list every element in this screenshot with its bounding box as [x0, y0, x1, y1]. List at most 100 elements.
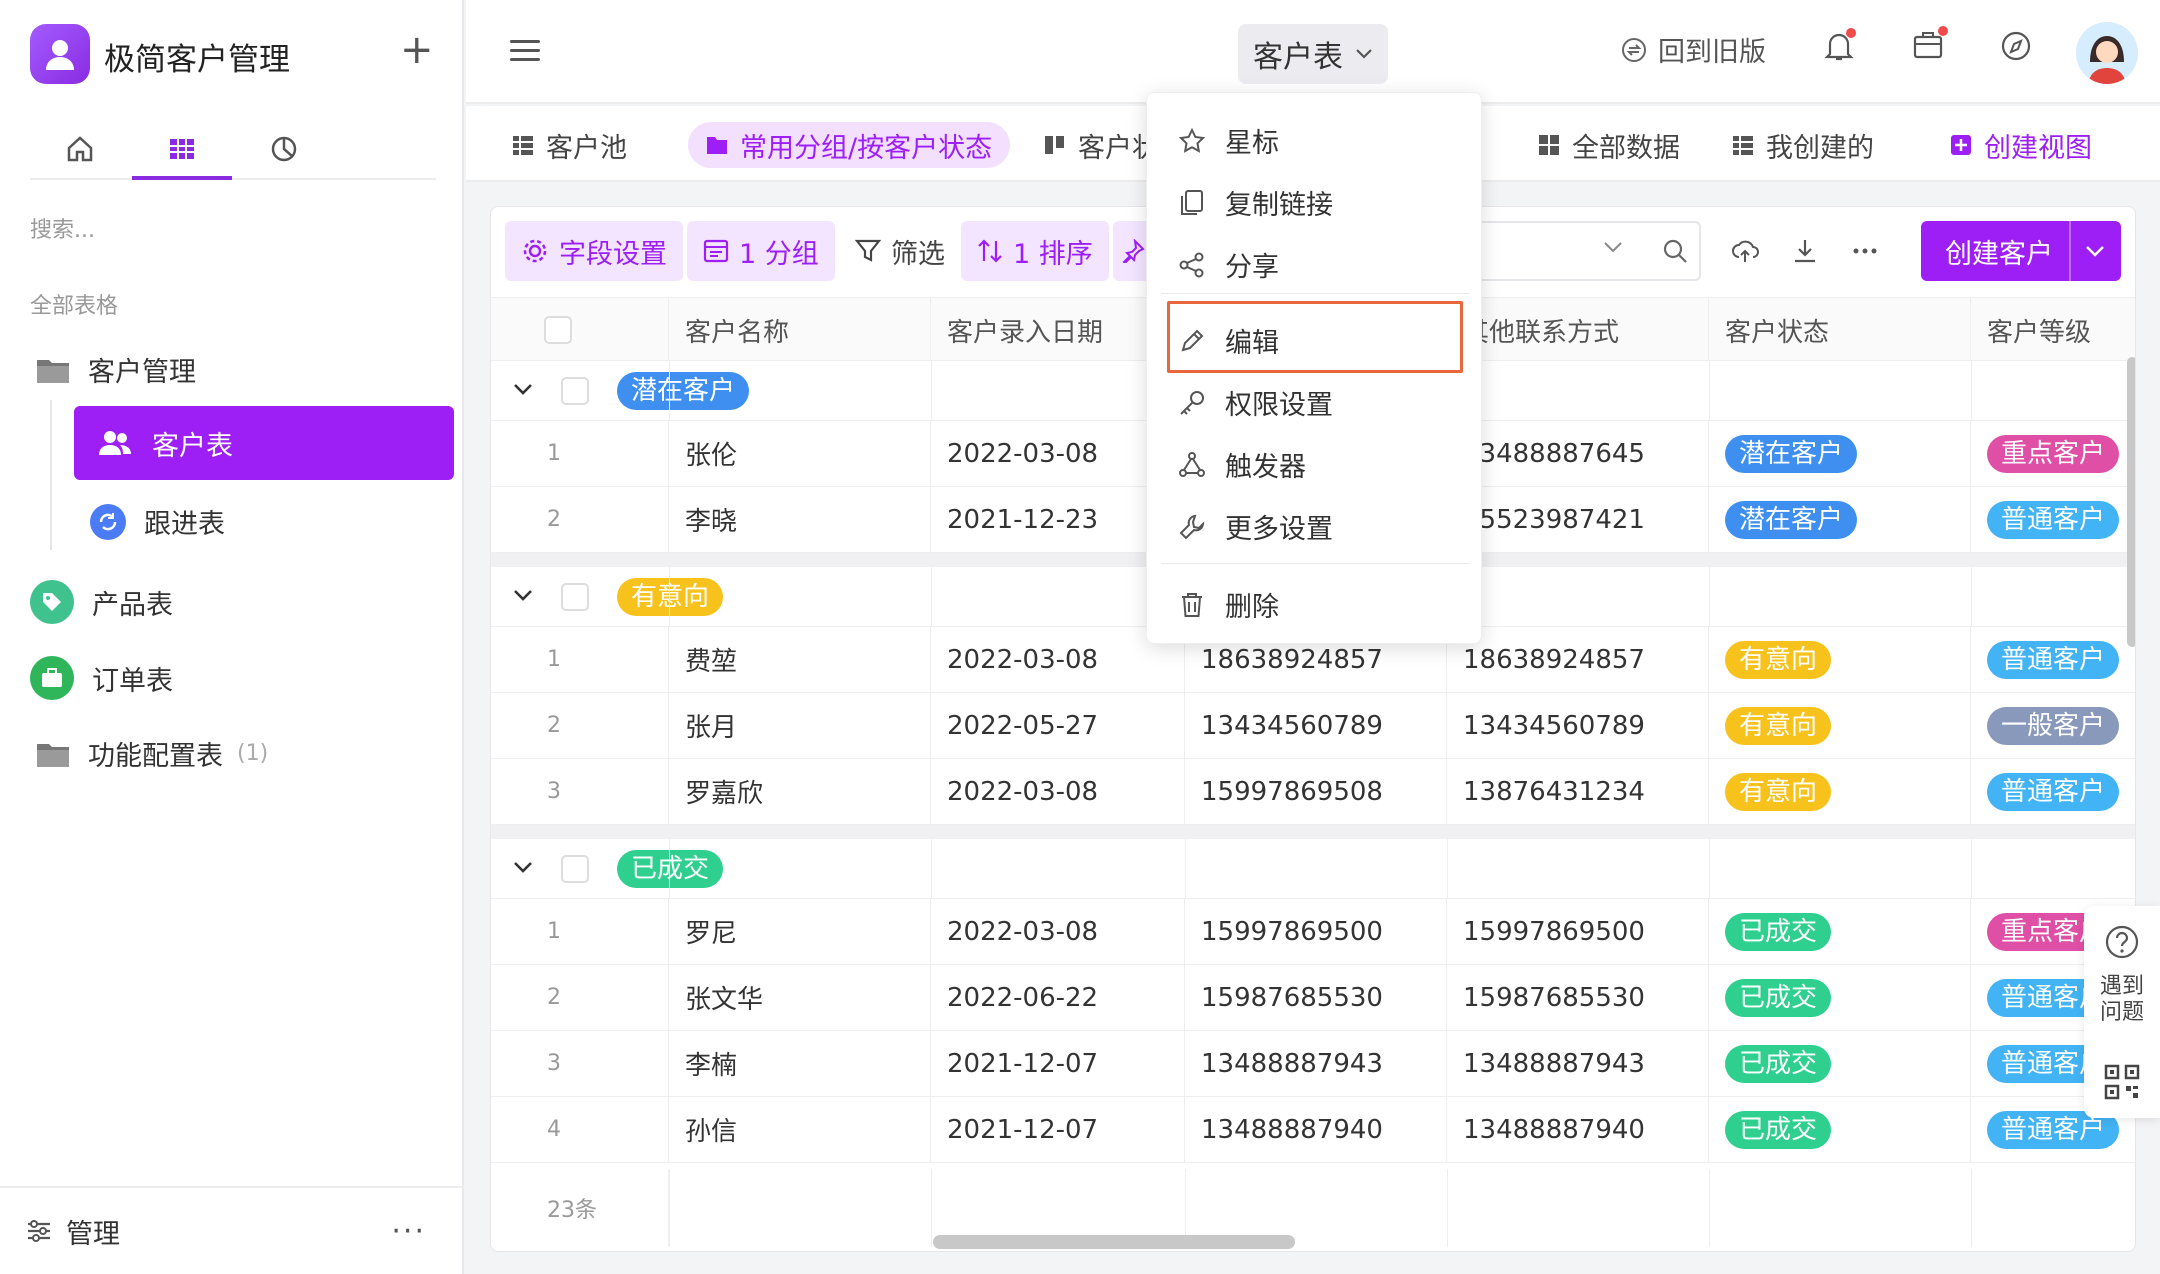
table-row[interactable]: 3 李楠 2021-12-07 13488887943 13488887943 已成交 普通… [491, 1031, 2135, 1097]
table-row[interactable]: 2 张文华 2022-06-22 15987685530 15987685530 已成交普… [491, 965, 2135, 1031]
cell-status[interactable]: 潜在客户 [1709, 421, 1971, 486]
sidebar-item-config[interactable]: 功能配置表 (1) [36, 734, 268, 773]
cell-customer-name[interactable]: 李晓 [669, 487, 931, 552]
cell-other-contact[interactable]: 15987685530 [1447, 965, 1709, 1030]
table-row[interactable]: 2 张月 2022-05-27 13434560789 13434560789 有意向 一般… [491, 693, 2135, 759]
cell-entry-date[interactable]: 2022-03-08 [931, 759, 1185, 824]
cell-status[interactable]: 已成交 [1709, 1097, 1971, 1162]
cell-status[interactable]: 已成交 [1709, 899, 1971, 964]
chevron-down-icon[interactable] [513, 856, 533, 881]
horizontal-scrollbar[interactable] [933, 1235, 1295, 1249]
menu-item-edit[interactable]: 编辑 [1177, 321, 1279, 360]
cell-status[interactable]: 有意向 [1709, 759, 1971, 824]
menu-item-permissions[interactable]: 权限设置 [1177, 383, 1333, 422]
cell-entry-date[interactable]: 2022-05-27 [931, 693, 1185, 758]
cell-other-contact[interactable]: 18638924857 [1447, 627, 1709, 692]
cell-status[interactable]: 已成交 [1709, 965, 1971, 1030]
view-all-data[interactable]: 全部数据 [1538, 122, 1680, 168]
tab-tables[interactable] [132, 124, 232, 180]
row-number[interactable]: 3 [491, 759, 669, 824]
cell-customer-name[interactable]: 孙信 [669, 1097, 931, 1162]
cell-other-contact[interactable]: 13876431234 [1447, 759, 1709, 824]
row-number[interactable]: 3 [491, 1031, 669, 1096]
cell-customer-name[interactable]: 罗嘉欣 [669, 759, 931, 824]
group-checkbox[interactable] [561, 582, 589, 611]
group-checkbox[interactable] [561, 854, 589, 883]
row-number[interactable]: 4 [491, 1097, 669, 1162]
cell-phone[interactable]: 13434560789 [1185, 693, 1447, 758]
cell-level[interactable]: 普通客户 [1971, 627, 2135, 692]
cell-customer-name[interactable]: 张文华 [669, 965, 931, 1030]
row-number[interactable]: 1 [491, 899, 669, 964]
menu-item-star[interactable]: 星标 [1177, 121, 1279, 160]
chevron-down-icon[interactable] [2085, 245, 2105, 259]
create-view-button[interactable]: 创建视图 [1950, 122, 2092, 168]
sidebar-item-products[interactable]: 产品表 [30, 580, 173, 624]
cell-other-contact[interactable]: 15997869500 [1447, 899, 1709, 964]
sidebar-footer[interactable]: 管理 ··· [0, 1186, 464, 1274]
qr-code-icon[interactable] [2104, 1064, 2140, 1100]
sidebar-search[interactable]: 搜索... [30, 212, 95, 244]
sidebar-item-customer-management[interactable]: 客户管理 [36, 350, 196, 389]
cell-other-contact[interactable]: 13488887645 [1447, 421, 1709, 486]
cell-status[interactable]: 潜在客户 [1709, 487, 1971, 552]
table-row[interactable]: 3 罗嘉欣 2022-03-08 15997869508 13876431234 有意向 普… [491, 759, 2135, 825]
sidebar-item-customer-table[interactable]: 客户表 [74, 406, 454, 480]
cell-level[interactable]: 重点客户 [1971, 421, 2135, 486]
view-group-by-status[interactable]: 常用分组/按客户状态 [688, 122, 1011, 168]
menu-item-share[interactable]: 分享 [1177, 245, 1279, 284]
cell-status[interactable]: 已成交 [1709, 1031, 1971, 1096]
row-number[interactable]: 1 [491, 421, 669, 486]
group-header-row[interactable]: 已成交 [491, 839, 2135, 899]
cell-entry-date[interactable]: 2021-12-07 [931, 1031, 1185, 1096]
table-row[interactable]: 1 罗尼 2022-03-08 15997869500 15997869500 已成交 重点… [491, 899, 2135, 965]
add-button[interactable]: + [400, 30, 434, 70]
cell-phone[interactable]: 15997869500 [1185, 899, 1447, 964]
cell-entry-date[interactable]: 2022-06-22 [931, 965, 1185, 1030]
table-row[interactable]: 4 孙信 2021-12-07 13488887940 13488887940 已成交 普通… [491, 1097, 2135, 1163]
cell-customer-name[interactable]: 罗尼 [669, 899, 931, 964]
cell-other-contact[interactable]: 13488887940 [1447, 1097, 1709, 1162]
cell-level[interactable]: 普通客户 [1971, 759, 2135, 824]
cell-other-contact[interactable]: 13488887943 [1447, 1031, 1709, 1096]
cell-status[interactable]: 有意向 [1709, 627, 1971, 692]
more-button[interactable]: ··· [391, 1214, 426, 1249]
notifications-button[interactable] [1824, 28, 1856, 62]
row-number[interactable]: 1 [491, 627, 669, 692]
col-header-status[interactable]: 客户状态 [1709, 298, 1971, 362]
cell-entry-date[interactable]: 2021-12-07 [931, 1097, 1185, 1162]
cell-level[interactable]: 普通客户 [1971, 487, 2135, 552]
chevron-down-icon[interactable] [1603, 241, 1623, 255]
back-old-version[interactable]: 回到旧版 [1620, 30, 1766, 69]
cell-customer-name[interactable]: 费堃 [669, 627, 931, 692]
col-header-other-contact[interactable]: 其他联系方式 [1447, 298, 1709, 362]
cell-entry-date[interactable]: 2022-03-08 [931, 899, 1185, 964]
menu-icon[interactable] [510, 40, 540, 62]
row-number[interactable]: 2 [491, 965, 669, 1030]
sort-button[interactable]: 1 排序 [961, 221, 1109, 281]
tab-home[interactable] [30, 124, 130, 174]
cell-level[interactable]: 一般客户 [1971, 693, 2135, 758]
download-icon[interactable] [1791, 237, 1819, 265]
cell-customer-name[interactable]: 张伦 [669, 421, 931, 486]
cell-customer-name[interactable]: 张月 [669, 693, 931, 758]
view-customer-status[interactable]: 客户状 [1044, 122, 1159, 168]
menu-item-copy-link[interactable]: 复制链接 [1177, 183, 1333, 222]
row-number[interactable]: 2 [491, 693, 669, 758]
group-button[interactable]: 1 分组 [687, 221, 835, 281]
cell-phone[interactable]: 13488887943 [1185, 1031, 1447, 1096]
chevron-down-icon[interactable] [513, 378, 533, 403]
menu-item-more-settings[interactable]: 更多设置 [1177, 507, 1333, 546]
search-icon[interactable] [1661, 237, 1689, 265]
menu-item-delete[interactable]: 删除 [1177, 585, 1279, 624]
cell-other-contact[interactable]: 13434560789 [1447, 693, 1709, 758]
cell-customer-name[interactable]: 李楠 [669, 1031, 931, 1096]
inbox-button[interactable] [1912, 26, 1948, 60]
tab-dashboard[interactable] [234, 124, 334, 174]
explore-button[interactable] [2000, 30, 2032, 62]
sidebar-item-followup[interactable]: 跟进表 [90, 502, 225, 541]
row-number[interactable]: 2 [491, 487, 669, 552]
cell-phone[interactable]: 15987685530 [1185, 965, 1447, 1030]
cell-other-contact[interactable]: 15523987421 [1447, 487, 1709, 552]
avatar[interactable] [2076, 22, 2138, 84]
